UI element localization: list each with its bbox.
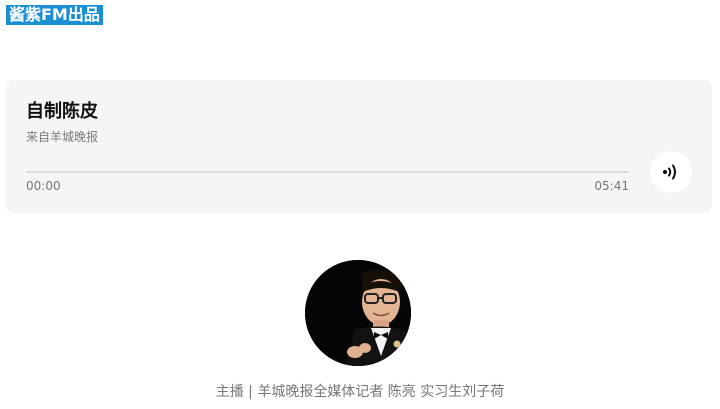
current-time: 00:00 bbox=[26, 179, 61, 193]
presenter-avatar bbox=[305, 260, 411, 366]
audio-title: 自制陈皮 bbox=[26, 101, 98, 122]
sound-wave-icon bbox=[662, 164, 676, 180]
total-duration: 05:41 bbox=[594, 179, 629, 193]
audio-player-card: 自制陈皮 来自羊城晚报 00:00 05:41 bbox=[6, 80, 712, 213]
play-button[interactable] bbox=[650, 151, 692, 193]
progress-bar[interactable] bbox=[26, 171, 629, 173]
presenter-photo bbox=[305, 260, 411, 366]
presenter-credit: 主播 | 羊城晚报全媒体记者 陈亮 实习生刘子荷 bbox=[215, 384, 505, 400]
brand-tag: 酱紫FM出品 bbox=[6, 5, 103, 25]
audio-source: 来自羊城晚报 bbox=[26, 130, 99, 144]
